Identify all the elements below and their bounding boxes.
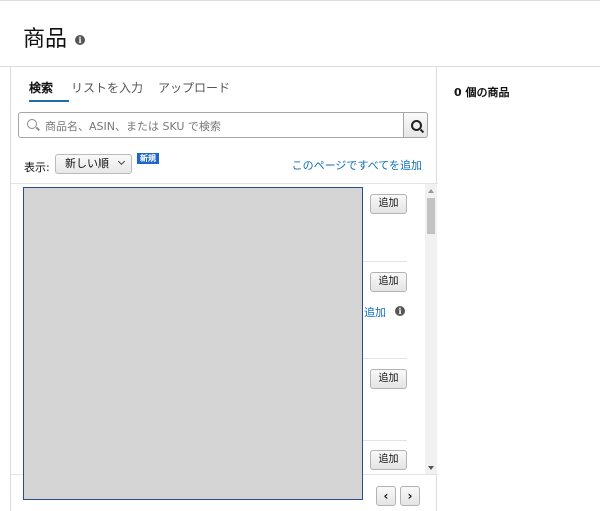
row-divider	[361, 440, 407, 441]
tab-enter-list[interactable]: リストを入力	[71, 79, 143, 96]
search-field[interactable]	[18, 112, 404, 138]
page-header: 商品 i	[0, 0, 600, 67]
results-toolbar: 表示: 新しい順 新規 このページですべてを追加	[11, 151, 438, 181]
search-button[interactable]	[404, 112, 428, 138]
row-divider	[361, 261, 407, 262]
add-button[interactable]: 追加	[370, 450, 407, 470]
info-icon[interactable]: i	[395, 306, 405, 316]
chevron-down-icon	[117, 157, 126, 166]
new-badge: 新規	[137, 153, 159, 164]
add-button[interactable]: 追加	[370, 272, 407, 292]
search-input[interactable]	[43, 117, 397, 135]
selected-products-panel: 0 個の商品	[437, 67, 600, 511]
magnifier-icon	[411, 120, 422, 131]
sort-label: 表示:	[24, 161, 50, 174]
previous-page-button[interactable]: ‹	[376, 486, 396, 506]
redacted-region	[23, 187, 363, 500]
results-scrollbar[interactable]	[425, 184, 437, 474]
scroll-thumb[interactable]	[427, 198, 435, 234]
info-icon[interactable]: i	[75, 35, 85, 45]
sort-dropdown[interactable]: 新しい順	[55, 154, 132, 174]
add-button[interactable]: 追加	[370, 194, 407, 214]
page-title: 商品	[23, 27, 68, 52]
next-page-button[interactable]: ›	[400, 486, 420, 506]
add-all-on-page-link[interactable]: このページですべてを追加	[292, 157, 422, 173]
sort-selected-value: 新しい順	[65, 157, 109, 170]
scroll-up-arrow-icon[interactable]	[428, 189, 434, 193]
add-button[interactable]: 追加	[370, 369, 407, 389]
tab-search[interactable]: 検索	[29, 79, 69, 102]
row-divider	[361, 358, 407, 359]
scroll-down-arrow-icon[interactable]	[428, 466, 434, 470]
tab-label: 検索	[29, 81, 54, 95]
search-icon	[27, 119, 37, 129]
add-link[interactable]: 追加	[364, 304, 386, 320]
tab-upload[interactable]: アップロード	[158, 79, 230, 96]
active-tab-indicator	[29, 100, 69, 102]
product-selector-page: 商品 i 検索 リストを入力 アップロード 表示: 新しい順 新規 このペー	[0, 0, 600, 511]
selected-count: 0 個の商品	[454, 86, 510, 99]
